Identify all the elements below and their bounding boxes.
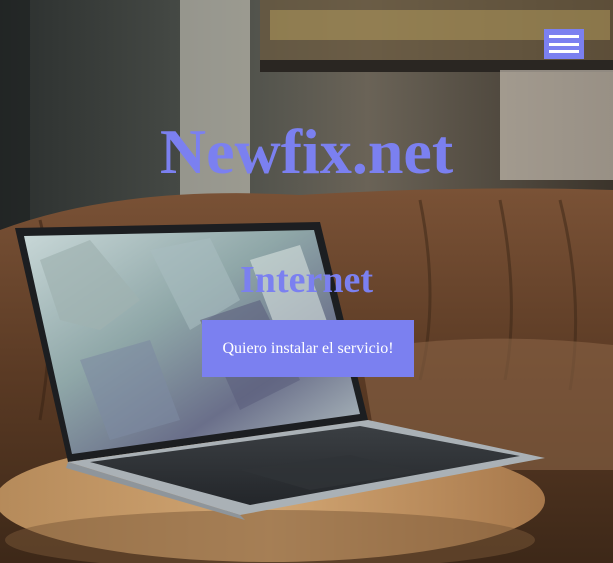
site-title[interactable]: Newfix.net bbox=[0, 112, 613, 192]
hamburger-menu-icon-bar-bottom bbox=[549, 50, 579, 53]
hamburger-menu-icon-bar-top bbox=[549, 35, 579, 38]
hamburger-menu-icon-bar-middle bbox=[549, 42, 579, 46]
install-service-button[interactable]: Quiero instalar el servicio! bbox=[202, 320, 414, 377]
menu-button[interactable] bbox=[544, 29, 584, 59]
hero-section: Newfix.net Internet Quiero instalar el s… bbox=[0, 0, 613, 563]
hero-heading: Internet bbox=[240, 259, 373, 301]
